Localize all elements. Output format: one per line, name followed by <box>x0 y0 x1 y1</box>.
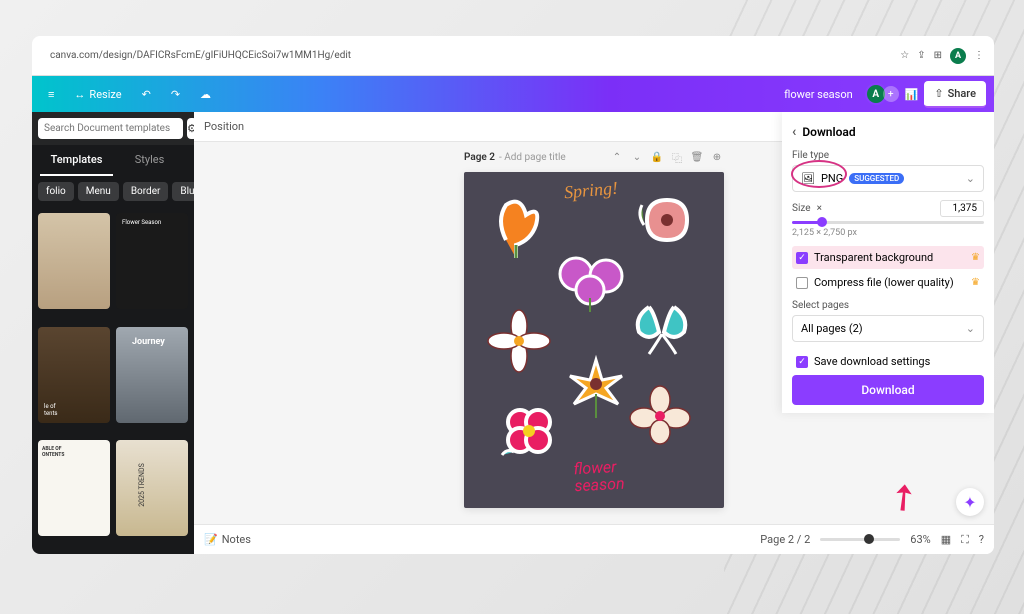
flower-sticker[interactable] <box>552 250 632 314</box>
flower-sticker[interactable] <box>486 190 548 260</box>
size-multiplier: × <box>817 203 822 214</box>
crown-icon: ♛ <box>971 252 980 263</box>
left-sidebar: ⚙ Templates Styles folio Menu Border Blu… <box>32 112 194 554</box>
compress-option[interactable]: Compress file (lower quality) ♛ <box>792 271 984 294</box>
template-thumbnail[interactable]: Flower Season <box>116 213 188 309</box>
app-window: ≡ ↔ Resize ↶ ↷ ☁ flower season A + 📊 ⇧ S… <box>32 76 994 554</box>
add-collaborator-icon[interactable]: + <box>883 86 899 102</box>
chip-border[interactable]: Border <box>123 182 169 201</box>
magic-button[interactable]: ✦ <box>956 488 984 516</box>
cloud-sync-icon[interactable]: ☁ <box>192 84 219 105</box>
design-artboard[interactable]: Spring! flowerseason <box>464 172 724 508</box>
chip-folio[interactable]: folio <box>38 182 74 201</box>
zoom-slider[interactable] <box>820 538 900 541</box>
back-button[interactable]: ‹ <box>792 124 796 140</box>
filetype-value: PNG <box>821 172 843 185</box>
app-topbar: ≡ ↔ Resize ↶ ↷ ☁ flower season A + 📊 ⇧ S… <box>32 76 994 112</box>
tab-styles[interactable]: Styles <box>113 145 186 176</box>
chip-menu[interactable]: Menu <box>78 182 119 201</box>
duplicate-icon[interactable]: ⿻ <box>670 150 684 164</box>
size-slider[interactable] <box>792 221 984 224</box>
spring-text-element[interactable]: Spring! <box>563 178 619 204</box>
menu-dots-icon[interactable]: ⋮ <box>974 50 984 61</box>
trash-icon[interactable]: 🗑 <box>690 150 704 164</box>
flower-sticker[interactable] <box>632 190 702 256</box>
help-icon[interactable]: ? <box>979 533 984 546</box>
document-title[interactable]: flower season <box>784 88 853 101</box>
url-bar[interactable]: canva.com/design/DAFICRsFcmE/gIFiUHQCEic… <box>42 47 900 64</box>
bottom-toolbar: 📝 Notes Page 2 / 2 63% ▦ ⛶ ? <box>194 524 994 554</box>
chevron-down-icon: ⌄ <box>966 322 975 335</box>
lock-icon[interactable]: 🔒 <box>650 150 664 164</box>
flower-sticker[interactable] <box>626 384 694 446</box>
checkbox-checked[interactable]: ✓ <box>796 252 808 264</box>
flower-sticker[interactable] <box>484 306 554 376</box>
dimensions-text: 2,125 × 2,750 px <box>792 228 984 238</box>
size-input[interactable]: 1,375 <box>940 200 984 217</box>
page-number-label: Page 2 <box>464 152 495 163</box>
browser-avatar[interactable]: A <box>950 48 966 64</box>
analytics-icon[interactable]: 📊 <box>905 88 919 101</box>
filter-button[interactable]: ⚙ <box>187 118 194 139</box>
flower-sticker[interactable] <box>564 352 628 422</box>
season-text-element[interactable]: flowerseason <box>573 459 625 496</box>
fullscreen-icon[interactable]: ⛶ <box>961 533 969 547</box>
filter-icon: ⚙ <box>187 122 194 135</box>
resize-button[interactable]: ↔ Resize <box>66 84 129 105</box>
pages-select[interactable]: All pages (2) ⌄ <box>792 315 984 342</box>
crown-icon: ♛ <box>971 277 980 288</box>
notes-icon: 📝 <box>204 533 218 546</box>
puzzle-icon[interactable]: ⊞ <box>934 50 942 61</box>
position-button[interactable]: Position <box>204 120 244 133</box>
template-search-input[interactable] <box>38 118 183 139</box>
suggested-badge: SUGGESTED <box>849 173 904 184</box>
grid-view-icon[interactable]: ▦ <box>941 533 951 546</box>
home-button[interactable]: ≡ <box>40 84 62 105</box>
template-thumbnail[interactable]: 2025 TRENDS <box>116 440 188 536</box>
chevron-up-icon[interactable]: ⌃ <box>610 150 624 164</box>
template-thumbnail[interactable] <box>38 213 110 309</box>
sparkle-icon: ✦ <box>963 493 976 512</box>
tab-templates[interactable]: Templates <box>40 145 113 176</box>
zoom-value[interactable]: 63% <box>910 533 930 546</box>
upload-icon: ⇧ <box>934 87 943 100</box>
undo-button[interactable]: ↶ <box>134 84 159 105</box>
transparent-bg-option[interactable]: ✓ Transparent background ♛ <box>792 246 984 269</box>
checkbox-checked[interactable]: ✓ <box>796 356 808 368</box>
chevron-down-icon: ⌄ <box>966 172 975 185</box>
notes-button[interactable]: 📝 Notes <box>204 533 251 546</box>
download-button[interactable]: Download <box>792 375 984 405</box>
filetype-select[interactable]: 🖼 PNG SUGGESTED ⌄ <box>792 165 984 192</box>
add-page-icon[interactable]: ⊕ <box>710 150 724 164</box>
share-chrome-icon[interactable]: ⇪ <box>917 50 925 61</box>
filetype-label: File type <box>792 150 984 161</box>
redo-button[interactable]: ↷ <box>163 84 188 105</box>
template-thumbnail[interactable]: Journey <box>116 327 188 423</box>
save-settings-option[interactable]: ✓ Save download settings <box>792 350 984 373</box>
panel-title: Download <box>802 125 855 139</box>
chip-blue[interactable]: Blue <box>172 182 194 201</box>
flower-sticker[interactable] <box>492 400 564 468</box>
select-pages-label: Select pages <box>792 300 984 311</box>
add-page-title[interactable]: - Add page title <box>499 152 566 163</box>
download-panel: ‹ Download File type 🖼 PNG SUGGESTED ⌄ S… <box>782 112 994 413</box>
checkbox-unchecked[interactable] <box>796 277 808 289</box>
template-thumbnail[interactable]: ABLE OFONTENTS <box>38 440 110 536</box>
chevron-down-icon[interactable]: ⌄ <box>630 150 644 164</box>
share-button[interactable]: ⇧ Share <box>924 81 986 108</box>
image-icon: 🖼 <box>801 172 815 185</box>
template-thumbnail[interactable]: le oftents <box>38 327 110 423</box>
page-header: Page 2 - Add page title ⌃ ⌄ 🔒 ⿻ 🗑 ⊕ <box>464 150 724 164</box>
size-label: Size <box>792 203 811 214</box>
star-icon[interactable]: ☆ <box>900 50 909 61</box>
page-indicator[interactable]: Page 2 / 2 <box>760 533 810 546</box>
collaborators[interactable]: A + <box>865 83 899 105</box>
browser-chrome: canva.com/design/DAFICRsFcmE/gIFiUHQCEic… <box>32 36 994 76</box>
flower-sticker[interactable] <box>624 292 704 364</box>
